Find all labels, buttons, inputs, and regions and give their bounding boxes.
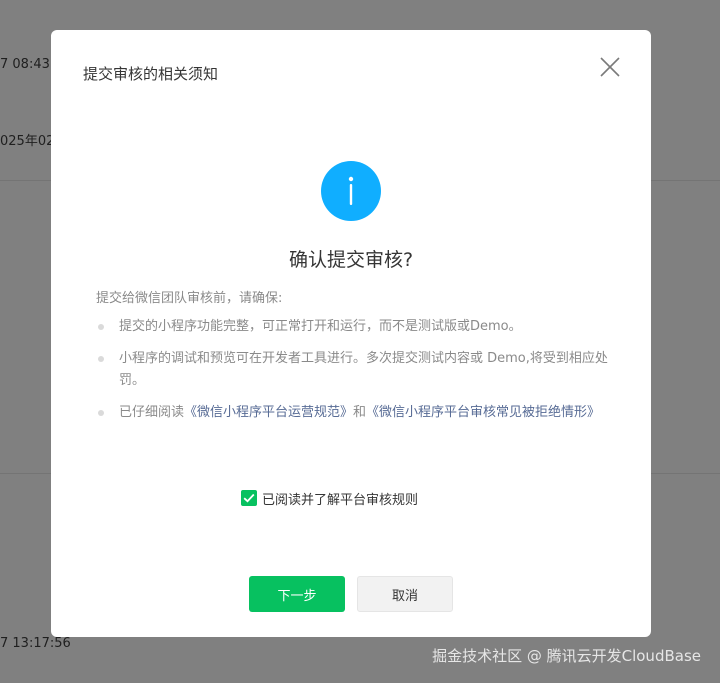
intro-text: 提交给微信团队审核前，请确保: (96, 291, 283, 306)
dialog-heading: 确认提交审核? (288, 249, 414, 271)
rule-text-middle: 和 (353, 405, 367, 420)
rule-text: 小程序的调试和预览可在开发者工具进行。多次提交测试内容或 Demo,将受到相应处… (119, 351, 608, 388)
agree-label: 已阅读并了解平台审核规则 (262, 492, 419, 508)
submit-review-dialog: 提交审核的相关须知 确认提交审核? 提交给微信团队审核前，请确保: 提交的小程序… (51, 30, 651, 637)
close-button[interactable] (597, 54, 623, 80)
bullet-dot (98, 356, 104, 362)
bullet-dot (98, 410, 104, 416)
rule-item: 小程序的调试和预览可在开发者工具进行。多次提交测试内容或 Demo,将受到相应处… (96, 348, 616, 392)
rules-list: 提交的小程序功能完整，可正常打开和运行，而不是测试版或Demo。 小程序的调试和… (96, 316, 616, 434)
cancel-button[interactable]: 取消 (357, 576, 453, 612)
background-timestamp: 7 08:43: (0, 57, 55, 72)
bullet-dot (98, 324, 104, 330)
background-date: 025年02 (0, 134, 55, 149)
background-timestamp: 7 13:17:56 (0, 636, 71, 651)
agree-checkbox-row[interactable]: 已阅读并了解平台审核规则 (241, 489, 419, 508)
rule-text: 提交的小程序功能完整，可正常打开和运行，而不是测试版或Demo。 (119, 319, 522, 334)
next-step-button[interactable]: 下一步 (249, 576, 345, 612)
agree-checkbox[interactable] (241, 490, 257, 506)
rule-item: 已仔细阅读《微信小程序平台运营规范》和《微信小程序平台审核常见被拒绝情形》 (96, 402, 616, 424)
dialog-title: 提交审核的相关须知 (83, 65, 219, 83)
watermark: 掘金技术社区 @ 腾讯云开发CloudBase (432, 647, 701, 665)
operation-rules-link[interactable]: 《微信小程序平台运营规范》 (184, 405, 353, 420)
info-icon (321, 161, 381, 221)
rule-item: 提交的小程序功能完整，可正常打开和运行，而不是测试版或Demo。 (96, 316, 616, 338)
check-icon (243, 493, 255, 503)
rule-text-prefix: 已仔细阅读 (119, 405, 185, 420)
rejection-cases-link[interactable]: 《微信小程序平台审核常见被拒绝情形》 (366, 405, 600, 420)
close-icon (600, 57, 620, 77)
